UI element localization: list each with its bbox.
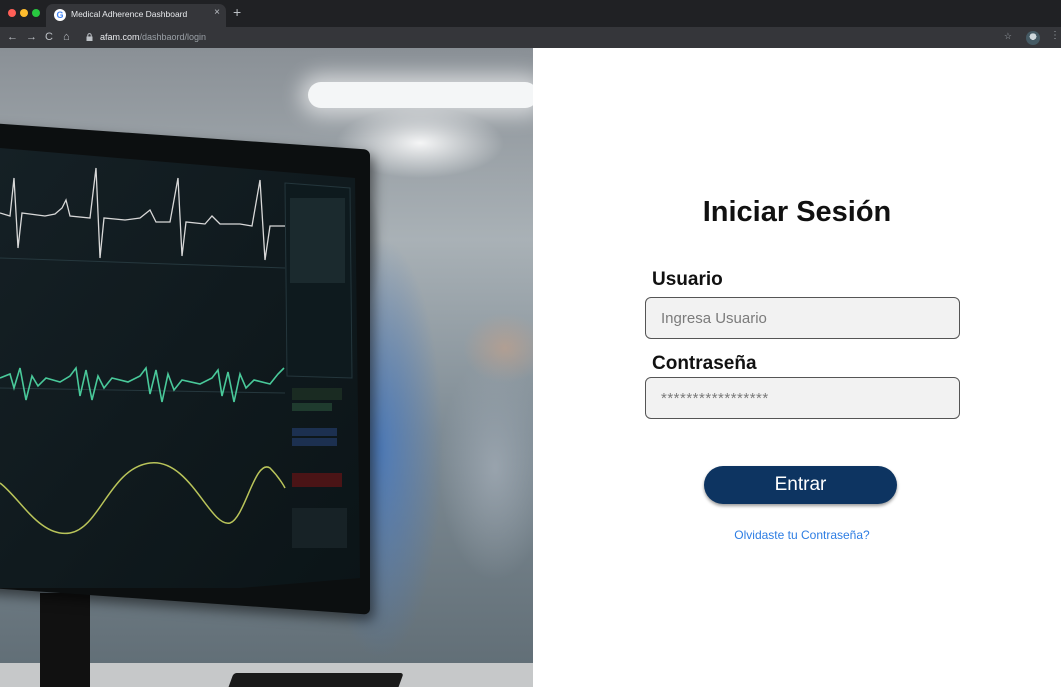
window-minimize-button[interactable] xyxy=(20,9,28,17)
window-maximize-button[interactable] xyxy=(32,9,40,17)
browser-toolbar: ← → C ⌂ afam.com/dashbaord/login ☆ xyxy=(0,27,1061,48)
lock-icon xyxy=(86,33,93,41)
hero-image-patient-monitor xyxy=(0,48,533,687)
ceiling-light xyxy=(308,82,533,108)
forgot-password-link[interactable]: Olvidaste tu Contraseña? xyxy=(533,528,1061,542)
browser-tab[interactable]: G Medical Adherence Dashboard × xyxy=(46,4,226,27)
url-host: afam.com xyxy=(100,32,140,42)
password-input[interactable] xyxy=(645,377,960,419)
google-favicon-icon: G xyxy=(54,9,66,21)
url-path: /dashbaord/login xyxy=(139,32,207,42)
window-close-button[interactable] xyxy=(8,9,16,17)
password-label: Contraseña xyxy=(652,353,757,374)
forward-arrow-icon[interactable]: → xyxy=(26,29,37,45)
new-tab-icon[interactable]: + xyxy=(233,4,241,20)
profile-avatar-icon[interactable] xyxy=(1026,31,1040,45)
login-submit-button[interactable]: Entrar xyxy=(704,466,897,504)
url-text: afam.com/dashbaord/login xyxy=(100,32,206,42)
login-title: Iniciar Sesión xyxy=(702,196,892,228)
username-input[interactable] xyxy=(645,297,960,339)
monitor-screen xyxy=(0,148,360,588)
monitor-stand xyxy=(40,593,90,687)
browser-menu-icon[interactable]: ⋮ xyxy=(1050,30,1060,41)
back-arrow-icon[interactable]: ← xyxy=(7,29,18,45)
browser-tab-bar: G Medical Adherence Dashboard × + xyxy=(0,0,1061,27)
username-label: Usuario xyxy=(652,269,723,290)
tab-title: Medical Adherence Dashboard xyxy=(71,9,188,19)
keyboard xyxy=(226,673,404,687)
address-bar[interactable]: afam.com/dashbaord/login ☆ xyxy=(80,29,1020,46)
reload-icon[interactable]: C xyxy=(45,29,53,45)
tab-close-icon[interactable]: × xyxy=(214,7,220,18)
bookmark-star-icon[interactable]: ☆ xyxy=(1004,31,1012,42)
home-icon[interactable]: ⌂ xyxy=(63,29,70,45)
